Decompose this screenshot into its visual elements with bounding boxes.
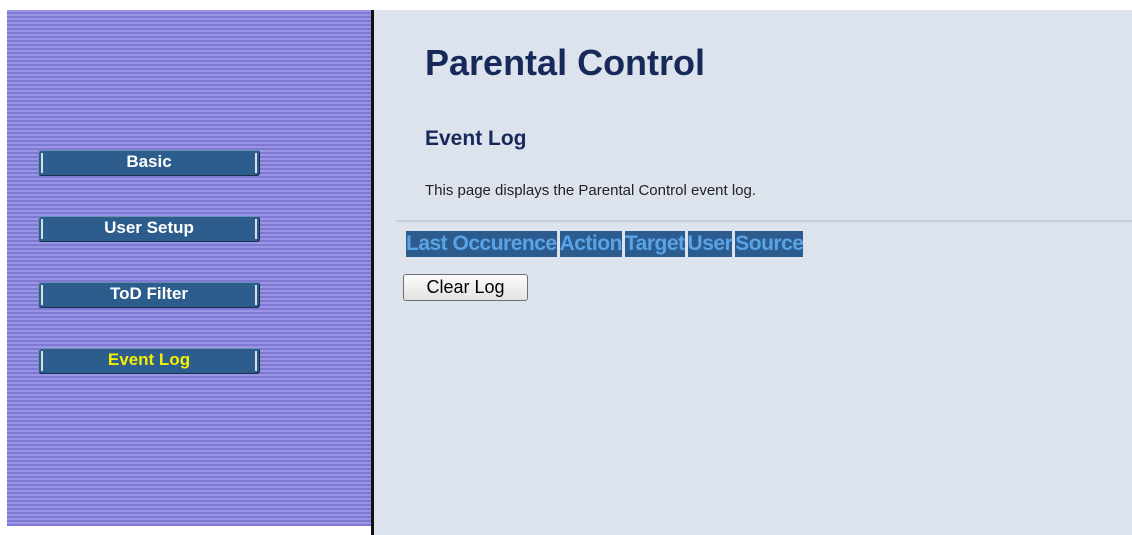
nav-tod-filter-button[interactable]: ToD Filter (38, 282, 260, 308)
sidebar: Basic User Setup ToD Filter Event Log (7, 10, 371, 526)
clear-log-button[interactable]: Clear Log (403, 274, 528, 301)
main-content: Parental Control Event Log This page dis… (374, 10, 1132, 535)
nav-user-setup-button[interactable]: User Setup (38, 216, 260, 242)
page-description: This page displays the Parental Control … (425, 182, 757, 199)
nav-event-log-button[interactable]: Event Log (38, 348, 260, 374)
event-log-table: Last Occurence Action Target User Source (403, 231, 806, 257)
nav-basic-button[interactable]: Basic (38, 150, 260, 176)
table-header-row: Last Occurence Action Target User Source (406, 231, 804, 257)
horizontal-rule (396, 220, 1132, 222)
column-header-last-occurence: Last Occurence (406, 231, 557, 257)
column-header-user: User (687, 231, 733, 257)
column-header-action: Action (559, 231, 622, 257)
column-header-source: Source (735, 231, 804, 257)
page-frame: Basic User Setup ToD Filter Event Log Pa… (0, 0, 1132, 535)
page-title: Parental Control (425, 42, 706, 83)
section-title: Event Log (425, 127, 527, 150)
column-header-target: Target (624, 231, 685, 257)
